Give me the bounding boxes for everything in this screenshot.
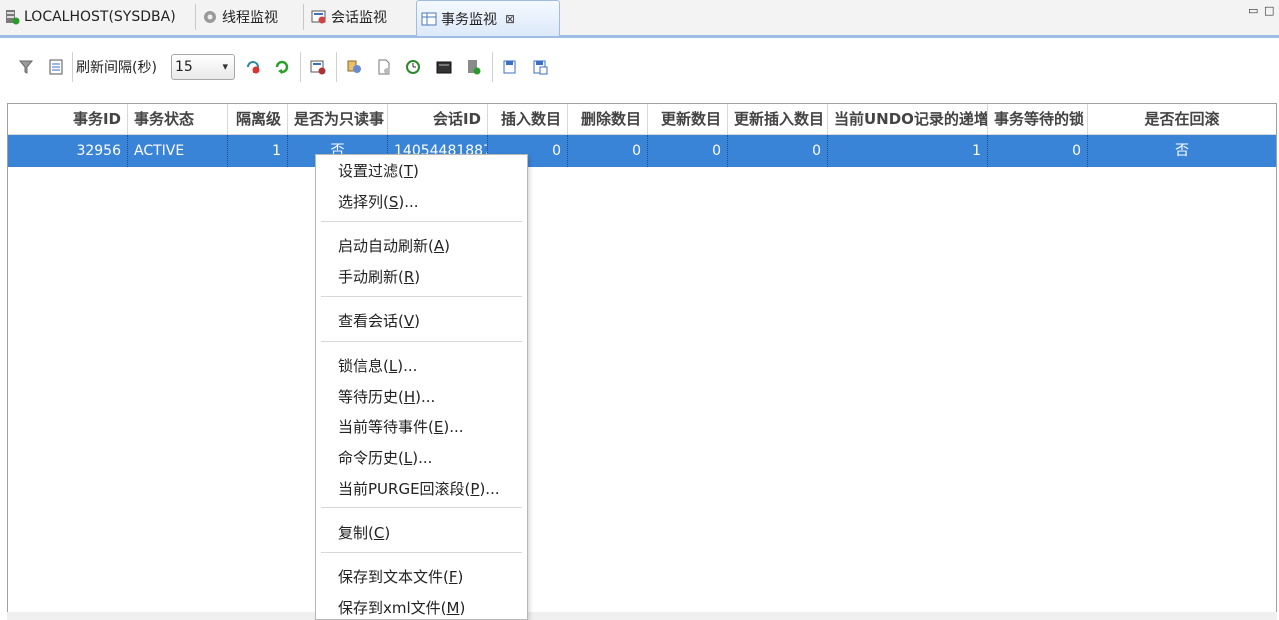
menu-separator [321,221,522,222]
column-header[interactable]: 插入数目 [488,104,568,134]
table-cell: ACTIVE [128,135,228,167]
minimize-icon[interactable]: ▭ [1248,4,1258,17]
table-row[interactable]: 32956 ACTIVE 1 否 140544818878064 0 0 0 0… [8,135,1276,167]
tab-thread-monitor[interactable]: 线程监视 [198,0,303,34]
menu-separator [321,296,522,297]
menu-item-copy[interactable]: 复制(C) [338,521,390,545]
table-cell: 0 [728,135,828,167]
save-text-icon[interactable] [500,57,520,77]
menu-item-purge-rollback[interactable]: 当前PURGE回滚段(P)... [338,477,500,501]
chevron-down-icon: ▾ [222,60,228,73]
column-header[interactable]: 事务状态 [128,104,228,134]
column-header[interactable]: 隔离级 [228,104,288,134]
save-xml-icon[interactable] [530,57,550,77]
tab-label: LOCALHOST(SYSDBA) [24,9,176,25]
tab-session-monitor[interactable]: 会话监视 [307,0,411,34]
lock-icon[interactable] [344,57,364,77]
menu-item-set-filter[interactable]: 设置过滤(T) [338,159,419,183]
table-icon [421,11,437,27]
menu-item-wait-history[interactable]: 等待历史(H)... [338,385,435,409]
table-cell: 否 [1175,143,1189,159]
columns-icon[interactable] [46,57,66,77]
column-header[interactable]: 是否为只读事 [288,104,388,134]
menu-item-manual-refresh[interactable]: 手动刷新(R) [338,265,420,289]
tab-divider [303,4,304,30]
document-icon[interactable] [374,57,394,77]
filter-icon[interactable] [16,57,36,77]
horizontal-scrollbar[interactable] [7,612,1277,620]
toolbar-separator [336,52,337,82]
menu-item-current-wait-event[interactable]: 当前等待事件(E)... [338,415,464,439]
tab-label: 线程监视 [222,10,278,26]
menu-separator [321,507,522,508]
db-connection-icon [4,9,20,25]
column-header[interactable]: 事务等待的锁 [988,104,1088,134]
refresh-icon[interactable] [272,57,292,77]
menu-item-view-session[interactable]: 查看会话(V) [338,309,420,333]
column-header[interactable]: 会话ID [388,104,488,134]
menu-item-lock-info[interactable]: 锁信息(L)... [338,354,417,378]
session-icon [311,9,327,25]
tab-transaction-monitor[interactable]: 事务监视 ⊠ [416,0,560,36]
menu-item-command-history[interactable]: 命令历史(L)... [338,446,432,470]
stop-refresh-icon[interactable] [243,57,263,77]
table-cell: 1 [228,135,288,167]
close-icon[interactable]: ⊠ [505,12,515,26]
column-header[interactable]: 更新数目 [648,104,728,134]
context-menu: 设置过滤(T) 选择列(S)... 启动自动刷新(A) 手动刷新(R) 查看会话… [315,154,528,620]
terminal-icon[interactable] [434,57,454,77]
tab-divider [195,4,196,30]
column-header[interactable]: 更新插入数目 [728,104,828,134]
menu-item-save-text[interactable]: 保存到文本文件(F) [338,565,463,589]
purge-icon[interactable] [464,57,484,77]
tab-label: 会话监视 [331,10,387,26]
toolbar-separator [300,52,301,82]
column-header[interactable]: 事务ID [8,104,128,134]
refresh-interval-label: 刷新间隔(秒) [76,60,157,76]
maximize-icon[interactable]: □ [1264,4,1274,17]
table-cell: 32956 [8,135,128,167]
refresh-interval-value: 15 [175,59,193,75]
menu-item-select-columns[interactable]: 选择列(S)... [338,190,419,214]
table-header: 事务ID 事务状态 隔离级 是否为只读事 会话ID 插入数目 删除数目 更新数目… [8,104,1276,135]
table-cell: 0 [988,135,1088,167]
column-header[interactable]: 是否在回滚 [1088,104,1276,134]
refresh-interval-select[interactable]: 15 ▾ [171,54,235,80]
table-cell: 0 [648,135,728,167]
tab-localhost[interactable]: LOCALHOST(SYSDBA) [0,0,195,34]
menu-item-auto-refresh[interactable]: 启动自动刷新(A) [338,234,450,258]
table-cell: 0 [568,135,648,167]
toolbar-separator [72,52,73,82]
history-icon[interactable] [403,57,423,77]
column-header[interactable]: 删除数目 [568,104,648,134]
menu-item-save-xml[interactable]: 保存到xml文件(M) [338,596,465,620]
gear-thread-icon [202,9,218,25]
transaction-table: 事务ID 事务状态 隔离级 是否为只读事 会话ID 插入数目 删除数目 更新数目… [7,103,1277,614]
table-cell: 1 [828,135,988,167]
view-session-icon[interactable] [308,57,328,77]
column-header[interactable]: 当前UNDO记录的递增 [828,104,988,134]
toolbar-separator [492,52,493,82]
menu-separator [321,341,522,342]
menu-separator [321,552,522,553]
tab-label: 事务监视 [441,11,497,28]
